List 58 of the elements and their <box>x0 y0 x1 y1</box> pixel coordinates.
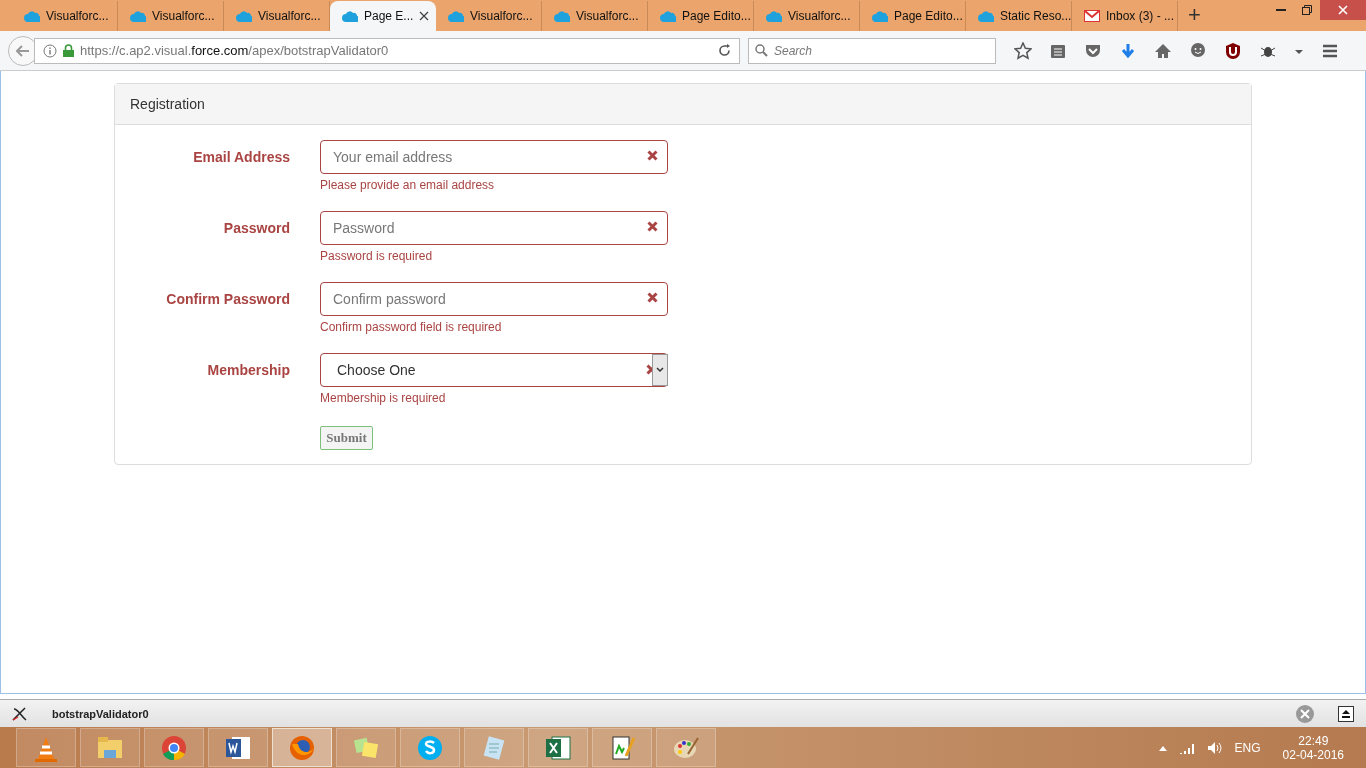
star-icon[interactable] <box>1014 41 1032 60</box>
envelope-icon <box>1084 10 1100 22</box>
browser-ball-icon <box>160 733 188 762</box>
cloud-icon <box>24 10 40 22</box>
speech-bubble-icon[interactable] <box>1189 41 1207 60</box>
field-label: Email Address <box>192 148 290 167</box>
upload-icon[interactable] <box>1338 705 1354 722</box>
field-label: Password <box>222 219 290 238</box>
select-field[interactable]: Choose One <box>320 353 668 387</box>
error-message: Membership is required <box>320 390 447 407</box>
text-field[interactable]: Password <box>320 211 668 245</box>
speaker-icon[interactable] <box>1206 740 1223 755</box>
close-icon[interactable] <box>419 11 430 21</box>
cloud-icon <box>766 10 782 22</box>
clock[interactable]: 22:49 02-04-2016 <box>1282 733 1344 762</box>
info-icon[interactable] <box>43 43 57 58</box>
cloud-icon <box>236 10 252 22</box>
cloud-icon <box>978 10 994 22</box>
address-bar[interactable]: https://c.ap2.visual.force.com/apex/botstrapValidator0 <box>34 37 740 64</box>
cloud-icon <box>130 10 146 22</box>
close-icon <box>1338 5 1348 15</box>
tools-icon[interactable] <box>1296 704 1314 723</box>
field-label: Confirm Password <box>165 290 290 309</box>
search-field[interactable]: Search <box>748 37 996 64</box>
arrow-left-icon <box>16 44 30 57</box>
restore-icon <box>1302 5 1312 15</box>
error-message: Please provide an email address <box>320 177 496 194</box>
text-field[interactable]: Confirm password <box>320 282 668 316</box>
cloud-icon <box>342 10 358 22</box>
download-icon[interactable] <box>1119 41 1137 60</box>
browser-tab[interactable]: Page E... <box>330 1 436 31</box>
cloud-icon <box>660 10 676 22</box>
error-message: Confirm password field is required <box>320 319 503 336</box>
url-text: https://c.ap2.visual.force.com/apex/botstrapValidator0 <box>80 43 390 58</box>
triangle-up-icon[interactable] <box>1158 744 1167 751</box>
field-label: Membership <box>206 361 290 380</box>
minimize-icon <box>1276 9 1286 11</box>
search-icon <box>755 44 768 57</box>
new-tab-button[interactable]: + <box>1178 1 1211 31</box>
x-logo-icon <box>12 706 28 721</box>
home-icon[interactable] <box>1154 41 1172 60</box>
reload-icon[interactable] <box>718 44 731 57</box>
error-message: Password is required <box>320 248 434 265</box>
card-title: Registration <box>115 84 1251 125</box>
addon-bar-title: botstrapValidator0 <box>52 707 149 720</box>
cloud-icon <box>554 10 570 22</box>
chevron-down-icon <box>656 367 664 373</box>
shield-icon[interactable] <box>1224 41 1242 60</box>
signal-bars-icon[interactable] <box>1178 741 1195 754</box>
cloud-icon <box>448 10 464 22</box>
cloud-icon <box>872 10 888 22</box>
submit-button[interactable]: Submit <box>320 426 373 450</box>
text-field[interactable]: Your email address <box>320 140 668 174</box>
padlock-icon <box>63 44 74 57</box>
spreadsheet-icon <box>544 733 572 762</box>
fox-globe-icon <box>288 733 316 762</box>
taskbar-app-button[interactable] <box>272 728 332 767</box>
skype-icon <box>416 733 444 762</box>
